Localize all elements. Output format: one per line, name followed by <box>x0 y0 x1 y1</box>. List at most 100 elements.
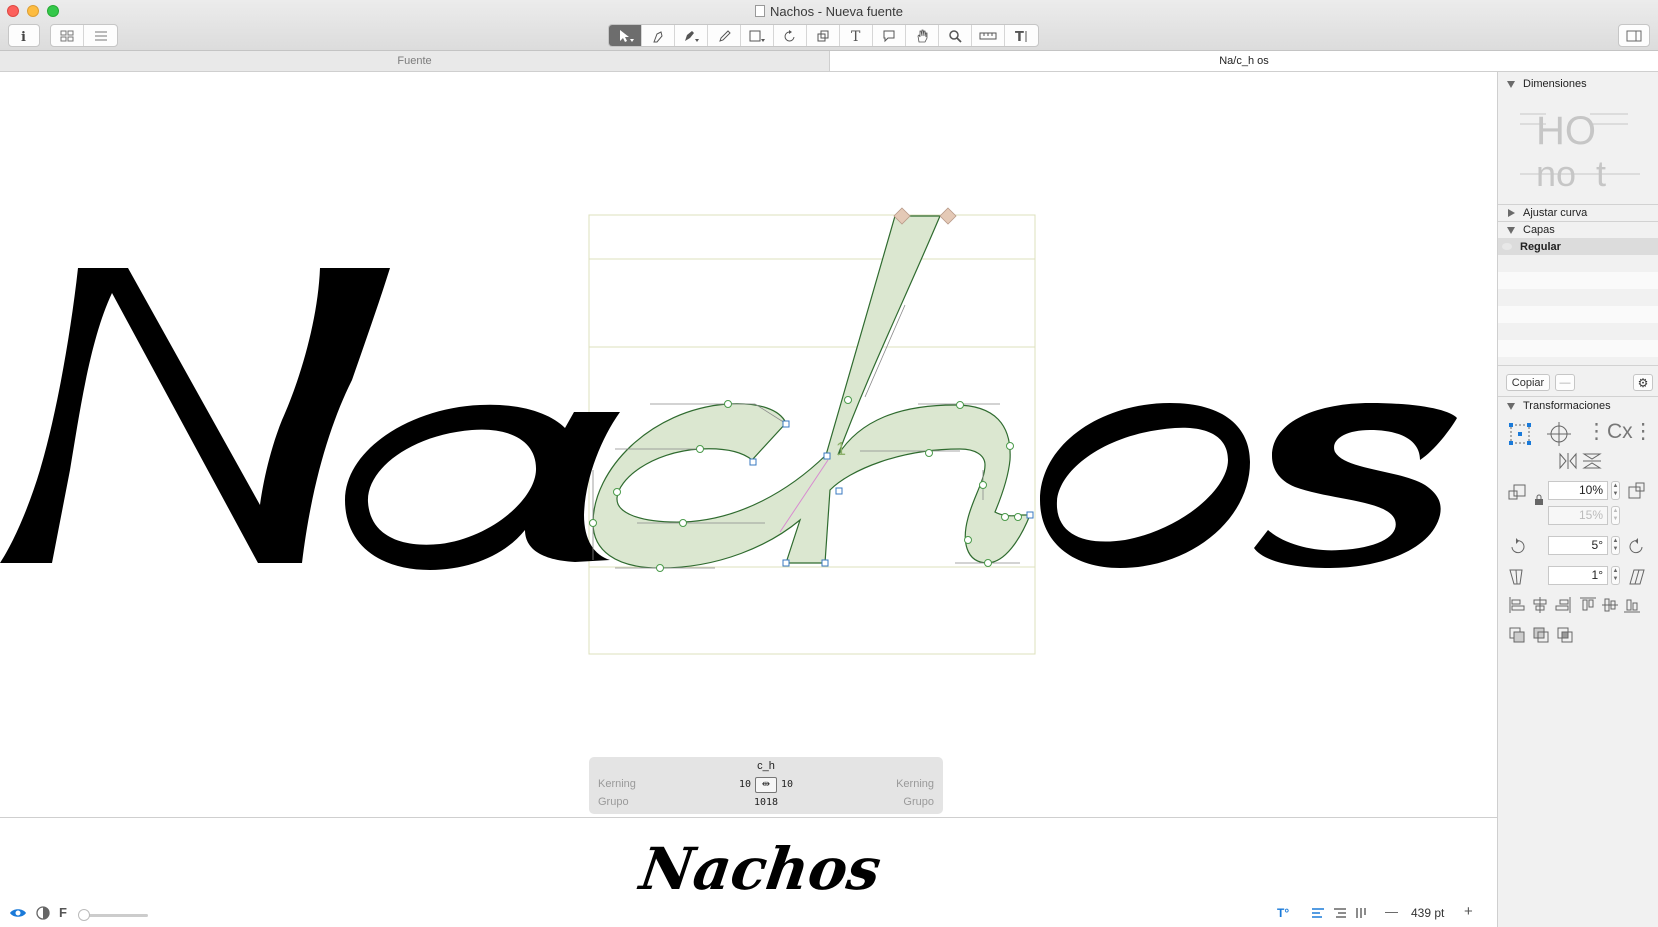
start-node-number: 1 <box>836 439 846 459</box>
slant-field[interactable]: 1° <box>1548 566 1608 585</box>
measure-tool-button[interactable] <box>972 25 1005 46</box>
glyph-s[interactable] <box>1254 403 1457 568</box>
text-options-icon[interactable]: T° <box>1277 906 1289 920</box>
hand-tool-button[interactable] <box>906 25 939 46</box>
glyph-N[interactable] <box>0 268 390 563</box>
disclosure-open-icon <box>1507 80 1515 88</box>
scale-x-field[interactable]: 10% <box>1548 481 1608 500</box>
path-operations-row[interactable] <box>1508 626 1588 646</box>
select-tool-icon <box>620 29 634 42</box>
scale-tool-icon <box>817 30 829 41</box>
scale-down-icon[interactable] <box>1508 484 1526 502</box>
fill-toggle-button[interactable] <box>36 906 50 923</box>
scale-y-field[interactable]: 15% <box>1548 506 1608 525</box>
size-value[interactable]: 439 pt <box>1411 906 1444 920</box>
slant-right-icon[interactable] <box>1628 568 1646 586</box>
section-capas[interactable]: Capas <box>1498 222 1658 238</box>
select-tool-button[interactable] <box>609 25 642 46</box>
svg-text:T: T <box>1015 30 1024 43</box>
kerning-lock-icon[interactable]: ⇹ <box>755 777 777 793</box>
scale-up-icon[interactable] <box>1628 482 1646 500</box>
flip-horizontal-icon[interactable] <box>1558 452 1578 470</box>
glyph-a[interactable] <box>345 404 620 570</box>
pencil-tool-icon <box>719 29 731 42</box>
align-right-button[interactable] <box>1333 907 1347 922</box>
glyph-c_h-selected[interactable] <box>592 215 1031 569</box>
scale-x-stepper[interactable]: ▲ ▼ <box>1611 481 1620 500</box>
tab-edit-text[interactable]: Na/c_h os <box>830 51 1658 71</box>
primitives-tool-icon <box>749 30 765 42</box>
align-icons-row[interactable] <box>1508 596 1648 614</box>
kerning-value-left[interactable]: 10 <box>737 779 751 790</box>
layer-eye-icon[interactable] <box>1502 243 1512 250</box>
tab-fuente[interactable]: Fuente <box>0 51 830 71</box>
rotate-field[interactable]: 5° <box>1548 536 1608 555</box>
align-left-button[interactable] <box>1311 907 1325 922</box>
zoom-tool-button[interactable] <box>939 25 972 46</box>
view-mode-group <box>50 24 118 47</box>
window-title: Nachos - Nueva fuente <box>0 4 1658 19</box>
draw-tool-icon <box>653 30 663 42</box>
group-value[interactable]: 1018 <box>589 797 943 808</box>
info-icon: i <box>21 30 26 43</box>
rotate-ccw-icon[interactable] <box>1508 538 1526 556</box>
bottom-bar: F T° — 439 pt + <box>0 900 1497 927</box>
sidebar-toggle-button[interactable] <box>1618 24 1650 47</box>
kerning-value-right[interactable]: 10 <box>781 779 793 790</box>
right-sidebar: Dimensiones HO no t Ajustar curva Capas … <box>1497 72 1658 927</box>
annotation-tool-icon <box>883 30 895 42</box>
scale-y-stepper[interactable]: ▲ ▼ <box>1611 506 1620 525</box>
pen-tool-button[interactable] <box>675 25 708 46</box>
text-tool-button[interactable]: T <box>840 25 873 46</box>
contrast-icon <box>36 906 50 920</box>
remove-layer-button[interactable]: — <box>1555 374 1575 391</box>
rotate-tool-icon <box>784 29 795 41</box>
slant-left-icon[interactable] <box>1508 568 1526 586</box>
info-button[interactable]: i <box>8 24 40 47</box>
preview-text: Nachos <box>634 834 885 903</box>
transform-origin-icon[interactable] <box>1546 422 1572 446</box>
flip-vertical-icon[interactable] <box>1582 452 1602 470</box>
tab-strip: Fuente Na/c_h os <box>0 51 1658 72</box>
vertical-text-icon <box>1356 908 1366 918</box>
zoom-out-button[interactable]: — <box>1385 904 1398 919</box>
section-dimensiones[interactable]: Dimensiones <box>1498 76 1658 92</box>
glyph-edit-canvas[interactable]: 1 <box>0 72 1497 817</box>
canvas-drawing[interactable]: 1 <box>0 72 1497 817</box>
list-view-button[interactable] <box>84 25 117 46</box>
scale-tool-button[interactable] <box>807 25 840 46</box>
kerning-row: Kerning 10 ⇹ 10 Kerning <box>589 776 943 794</box>
transform-bbox-icon[interactable] <box>1508 422 1532 446</box>
rotate-stepper[interactable]: ▲ ▼ <box>1611 536 1620 555</box>
annotation-tool-button[interactable] <box>873 25 906 46</box>
vertical-text-button[interactable] <box>1355 907 1369 922</box>
transform-metrics-icon[interactable]: ⋮Cx⋮ <box>1586 421 1654 442</box>
list-view-icon <box>94 31 107 40</box>
preview-toggle-button[interactable] <box>9 906 27 923</box>
layer-regular[interactable]: Regular <box>1498 238 1658 255</box>
draw-tool-button[interactable] <box>642 25 675 46</box>
grid-view-button[interactable] <box>51 25 84 46</box>
type-tool-button[interactable]: T <box>1005 25 1038 46</box>
pencil-tool-button[interactable] <box>708 25 741 46</box>
dimensions-lowercase: no t <box>1536 153 1606 190</box>
preview-size-slider[interactable] <box>78 909 148 921</box>
zoom-in-button[interactable]: + <box>1464 903 1473 920</box>
layer-options-button[interactable]: ⚙ <box>1633 374 1653 391</box>
title-bar: Nachos - Nueva fuente i T T <box>0 0 1658 51</box>
section-transformaciones[interactable]: Transformaciones <box>1498 398 1658 414</box>
slant-stepper[interactable]: ▲ ▼ <box>1611 566 1620 585</box>
dimensions-caps: HO <box>1536 109 1596 153</box>
rotate-tool-button[interactable] <box>774 25 807 46</box>
glyph-o[interactable] <box>1040 403 1250 568</box>
primitives-tool-button[interactable] <box>741 25 774 46</box>
section-ajustar-curva[interactable]: Ajustar curva <box>1498 205 1658 221</box>
hand-tool-icon <box>917 29 928 42</box>
lock-icon[interactable] <box>1534 494 1544 506</box>
rotate-cw-icon[interactable] <box>1628 538 1646 556</box>
disclosure-open-icon <box>1507 226 1515 234</box>
copy-layer-button[interactable]: Copiar <box>1506 374 1550 391</box>
slider-knob[interactable] <box>78 909 90 921</box>
font-letter[interactable]: F <box>59 905 67 920</box>
kerning-glyph-name: c_h <box>757 760 775 772</box>
